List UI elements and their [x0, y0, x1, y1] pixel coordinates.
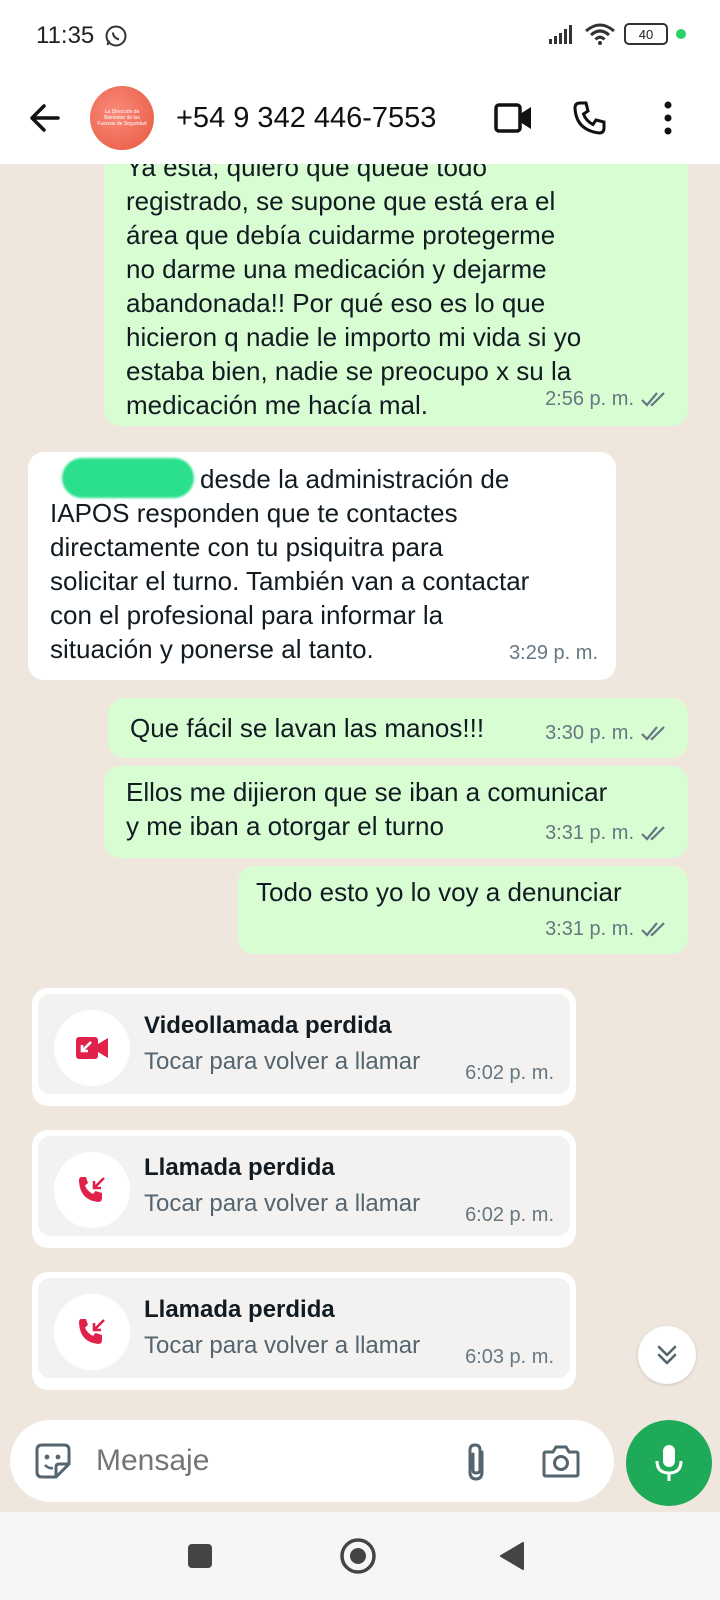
- call-icon-wrap: [54, 1294, 130, 1370]
- call-card-body: Llamada perdida Tocar para volver a llam…: [38, 1278, 570, 1378]
- message-line: hicieron q nadie le importo mi vida si y…: [126, 322, 582, 352]
- message-line: registrado, se supone que está era el: [126, 186, 556, 216]
- avatar[interactable]: La Dirección de Bienestar de las Fuerzas…: [90, 86, 154, 150]
- call-card-body: Videollamada perdida Tocar para volver a…: [38, 994, 570, 1094]
- call-icon-wrap: [54, 1152, 130, 1228]
- back-arrow-icon: [30, 104, 60, 132]
- phone-icon: [573, 101, 606, 135]
- battery-level: 40: [638, 26, 654, 42]
- avatar-text: La Dirección de Bienestar de las Fuerzas…: [97, 109, 147, 127]
- call-title: Videollamada perdida: [144, 1012, 392, 1039]
- attach-icon[interactable]: [462, 1442, 490, 1482]
- message-line: con el profesional para informar la: [50, 600, 444, 630]
- missed-call-icon: [79, 1319, 105, 1344]
- sticker-icon[interactable]: [34, 1442, 72, 1480]
- double-check-icon: [641, 922, 665, 937]
- contact-name[interactable]: +54 9 342 446-7553: [176, 102, 436, 135]
- call-time: 6:03 p. m.: [465, 1346, 554, 1368]
- message-bubble-outgoing[interactable]: Ellos me dijieron que se iban a comunica…: [104, 766, 688, 858]
- message-bubble-outgoing[interactable]: Que fácil se lavan las manos!!! 3:30 p. …: [108, 698, 688, 758]
- video-call-button[interactable]: [486, 90, 542, 146]
- double-chevron-down-icon: [657, 1345, 677, 1365]
- message-meta: 3:29 p. m.: [509, 636, 598, 670]
- message-bubble-incoming[interactable]: desde la administración de IAPOS respond…: [28, 452, 616, 680]
- missed-call-card[interactable]: Videollamada perdida Tocar para volver a…: [32, 988, 576, 1106]
- system-navigation-bar: [0, 1512, 720, 1600]
- triangle-back-icon: [500, 1542, 524, 1570]
- message-line: IAPOS responden que te contactes: [50, 498, 458, 528]
- privacy-dot: [676, 29, 686, 39]
- missed-call-card[interactable]: Llamada perdida Tocar para volver a llam…: [32, 1130, 576, 1248]
- double-check-icon: [641, 726, 665, 741]
- microphone-icon: [655, 1445, 683, 1481]
- message-time: 3:29 p. m.: [509, 642, 598, 664]
- scroll-to-bottom-button[interactable]: [638, 1326, 696, 1384]
- status-bar: 11:35 40: [0, 0, 720, 72]
- status-indicators: 40: [548, 22, 686, 46]
- double-check-icon: [641, 826, 665, 841]
- message-line: solicitar el turno. También van a contac…: [50, 566, 530, 596]
- chat-header: La Dirección de Bienestar de las Fuerzas…: [0, 72, 720, 164]
- message-bubble-outgoing[interactable]: Ya está, quiero que quede todo registrad…: [104, 164, 688, 426]
- message-time: 3:31 p. m.: [545, 918, 634, 940]
- back-button[interactable]: [0, 101, 90, 135]
- call-subtitle: Tocar para volver a llamar: [144, 1190, 421, 1217]
- message-time: 2:56 p. m.: [545, 388, 634, 410]
- call-icon-wrap: [54, 1010, 130, 1086]
- call-title: Llamada perdida: [144, 1296, 335, 1323]
- message-line: Todo esto yo lo voy a denunciar: [256, 877, 622, 907]
- home-circle-icon: [340, 1538, 376, 1574]
- square-icon: [188, 1544, 212, 1568]
- more-options-button[interactable]: [640, 90, 696, 146]
- more-vertical-icon: [664, 101, 672, 135]
- message-line: abandonada!! Por qué eso es lo que: [126, 288, 546, 318]
- message-line: área que debía cuidarme protegerme: [126, 220, 556, 250]
- missed-call-icon: [79, 1177, 105, 1202]
- message-line: no darme una medicación y dejarme: [126, 254, 547, 284]
- signal-icon: [549, 25, 572, 44]
- double-check-icon: [641, 392, 665, 407]
- call-subtitle: Tocar para volver a llamar: [144, 1048, 421, 1075]
- missed-video-call-icon: [76, 1037, 108, 1059]
- call-title: Llamada perdida: [144, 1154, 335, 1181]
- wifi-icon: [585, 23, 615, 45]
- recents-button[interactable]: [176, 1532, 224, 1580]
- message-time: 3:31 p. m.: [545, 822, 634, 844]
- chat-area[interactable]: Ya está, quiero que quede todo registrad…: [0, 164, 720, 1414]
- redacted-name: [62, 458, 194, 498]
- message-time: 3:30 p. m.: [545, 722, 634, 744]
- message-meta: 2:56 p. m.: [545, 382, 670, 416]
- battery-icon: 40: [624, 23, 668, 45]
- camera-icon[interactable]: [542, 1444, 580, 1478]
- call-time: 6:02 p. m.: [465, 1204, 554, 1226]
- call-time: 6:02 p. m.: [465, 1062, 554, 1084]
- message-line: directamente con tu psiquitra para: [50, 532, 444, 562]
- home-button[interactable]: [334, 1532, 382, 1580]
- back-nav-button[interactable]: [488, 1532, 536, 1580]
- whatsapp-notification-icon: [105, 25, 127, 47]
- message-line: Ya está, quiero que quede todo: [126, 164, 487, 182]
- message-input-bar[interactable]: [10, 1420, 614, 1502]
- call-subtitle: Tocar para volver a llamar: [144, 1332, 421, 1359]
- missed-call-card[interactable]: Llamada perdida Tocar para volver a llam…: [32, 1272, 576, 1390]
- message-meta: 3:31 p. m.: [545, 816, 670, 850]
- voice-message-button[interactable]: [626, 1420, 712, 1506]
- voice-call-button[interactable]: [562, 90, 618, 146]
- status-time: 11:35: [36, 22, 95, 49]
- message-meta: 3:31 p. m.: [545, 912, 670, 946]
- message-meta: 3:30 p. m.: [545, 716, 670, 750]
- video-camera-icon: [494, 103, 531, 133]
- message-bubble-outgoing[interactable]: Todo esto yo lo voy a denunciar 3:31 p. …: [238, 866, 688, 954]
- message-input[interactable]: [96, 1444, 446, 1478]
- call-card-body: Llamada perdida Tocar para volver a llam…: [38, 1136, 570, 1236]
- message-line: Ellos me dijieron que se iban a comunica…: [126, 777, 608, 807]
